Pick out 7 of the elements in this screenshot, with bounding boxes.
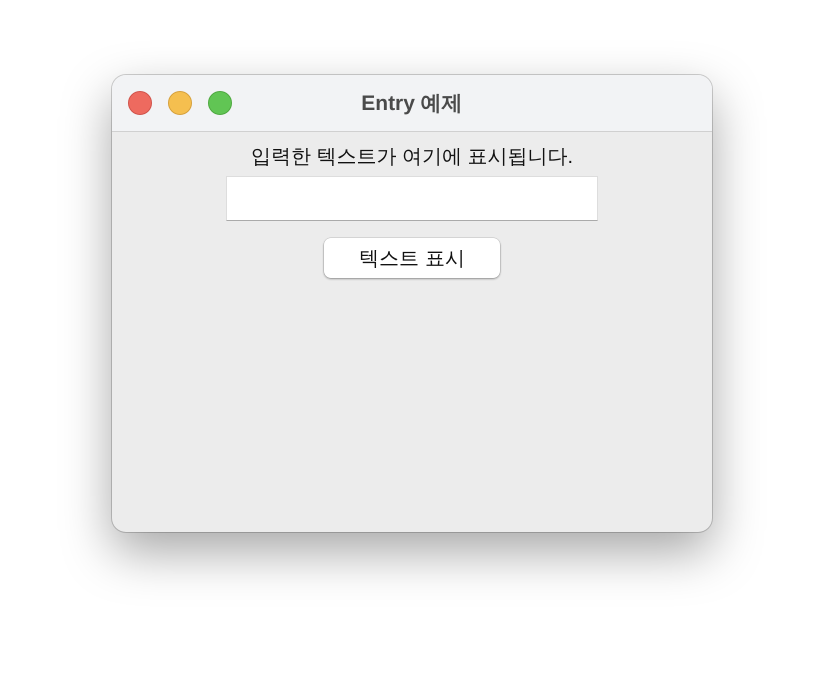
- info-label: 입력한 텍스트가 여기에 표시됩니다.: [250, 145, 574, 170]
- text-input-field[interactable]: [226, 176, 598, 221]
- zoom-button[interactable]: [208, 91, 232, 115]
- close-button[interactable]: [128, 91, 152, 115]
- show-text-button[interactable]: 텍스트 표시: [324, 238, 500, 278]
- minimize-button[interactable]: [168, 91, 192, 115]
- window-title: Entry 예제: [361, 92, 463, 115]
